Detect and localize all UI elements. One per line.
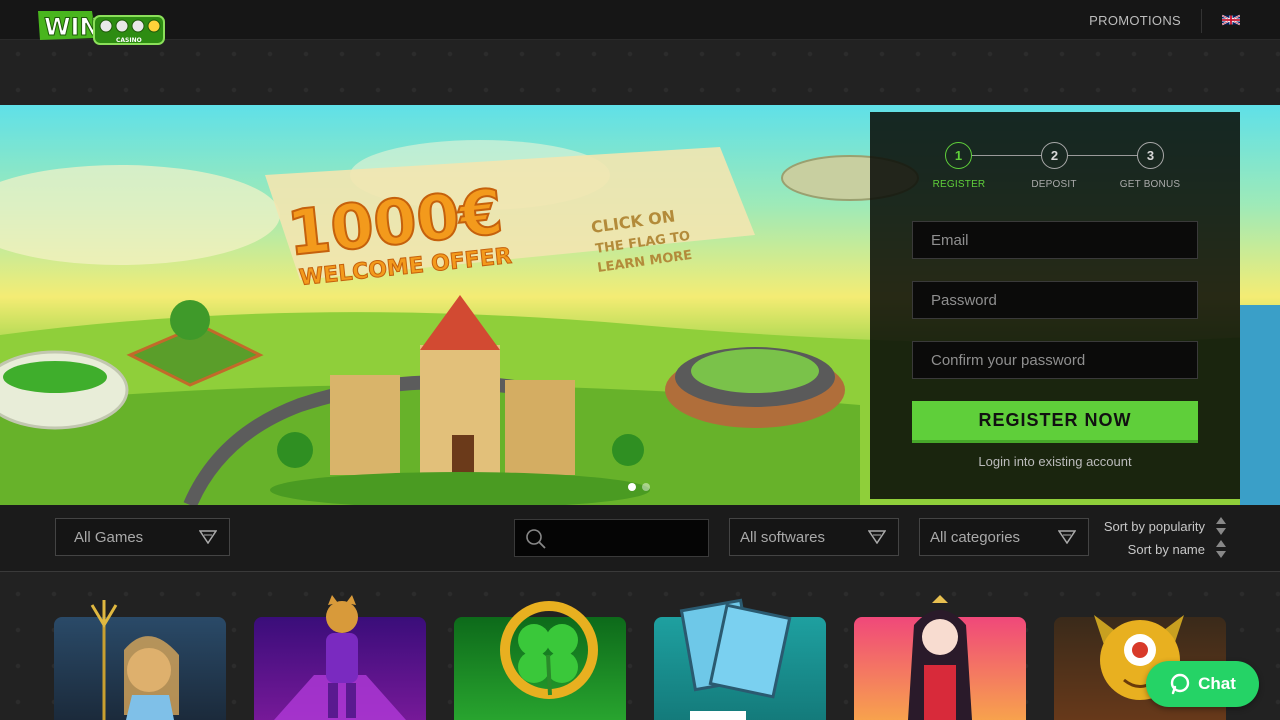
step-3-label: GET BONUS <box>1119 179 1181 190</box>
offer-ribbon: 1000€ WELCOME OFFER CLICK ON THE FLAG TO… <box>265 147 755 291</box>
step-connector <box>1068 155 1138 156</box>
top-navigation-bar: WIN CASINO PROMOTIONS <box>0 0 1280 45</box>
search-input[interactable] <box>555 524 703 552</box>
confirm-password-field[interactable] <box>912 341 1198 379</box>
step-connector <box>971 155 1041 156</box>
sort-by-popularity[interactable]: Sort by popularity <box>1100 519 1205 534</box>
game-tile-cat-casino[interactable] <box>254 595 426 720</box>
step-3-circle: 3 <box>1137 142 1164 169</box>
game-tile-bingo-cards[interactable] <box>654 598 826 720</box>
step-1-label: REGISTER <box>932 179 986 190</box>
game-tile-anime-girl[interactable] <box>854 595 1026 720</box>
games-type-select-value: All Games <box>74 528 144 546</box>
step-2-circle: 2 <box>1041 142 1068 169</box>
categories-select-value: All categories <box>930 528 1021 546</box>
chat-label: Chat <box>1198 674 1236 693</box>
softwares-select[interactable]: All softwares <box>729 518 899 556</box>
registration-panel: 1 2 3 REGISTER DEPOSIT GET BONUS REGISTE… <box>870 112 1240 499</box>
game-art-water-goddess <box>90 600 179 720</box>
registration-steps: 1 2 3 REGISTER DEPOSIT GET BONUS <box>932 142 1184 192</box>
game-art-cat-casino <box>274 595 406 720</box>
login-existing-account-link[interactable]: Login into existing account <box>912 454 1198 469</box>
chat-bubble-icon <box>1170 673 1190 695</box>
email-field[interactable] <box>912 221 1198 259</box>
chat-widget-button[interactable]: Chat <box>1146 661 1259 707</box>
sort-arrows-icon[interactable] <box>1216 517 1226 535</box>
promotions-link[interactable]: PROMOTIONS <box>1089 13 1181 28</box>
svg-text:WIN: WIN <box>44 13 100 41</box>
nav-divider <box>1201 9 1202 33</box>
dropdown-triangle-icon <box>199 530 217 544</box>
carousel-dot-2[interactable] <box>642 483 650 491</box>
uk-flag-icon[interactable] <box>1222 14 1240 26</box>
game-art-anime-girl <box>908 595 972 720</box>
game-search-box[interactable] <box>514 519 709 557</box>
game-filter-bar: All Games All softwares All categories S… <box>0 505 1280 572</box>
sort-arrows-icon[interactable] <box>1216 540 1226 558</box>
step-1-circle: 1 <box>945 142 972 169</box>
categories-select[interactable]: All categories <box>919 518 1089 556</box>
carousel-dot-1[interactable] <box>628 483 636 491</box>
dropdown-triangle-icon <box>1058 530 1076 544</box>
games-type-select[interactable]: All Games <box>55 518 230 556</box>
game-art-lucky-clover <box>500 601 598 699</box>
svg-text:CASINO: CASINO <box>116 37 142 44</box>
dropdown-triangle-icon <box>868 530 886 544</box>
game-tile-lucky-clover[interactable] <box>454 601 626 720</box>
password-field[interactable] <box>912 281 1198 319</box>
game-art-bingo-cards <box>679 598 792 720</box>
step-2-label: DEPOSIT <box>1031 179 1077 190</box>
softwares-select-value: All softwares <box>740 528 826 546</box>
sort-by-name[interactable]: Sort by name <box>1100 542 1205 557</box>
game-tile-water-goddess[interactable] <box>54 600 226 720</box>
site-logo[interactable]: WIN CASINO <box>36 8 166 52</box>
carousel-dots <box>628 483 650 491</box>
register-now-button[interactable]: REGISTER NOW <box>912 401 1198 443</box>
search-icon <box>526 529 546 549</box>
